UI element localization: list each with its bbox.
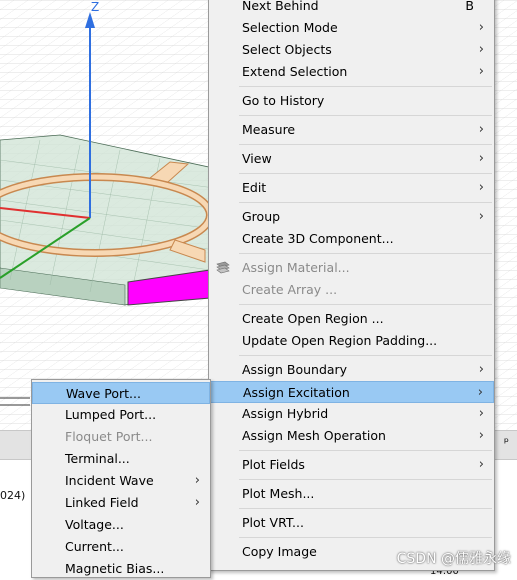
chevron-right-icon: › — [478, 362, 484, 377]
submenu-item-incident-wave[interactable]: Incident Wave › — [32, 470, 210, 492]
shortcut-label: B — [465, 0, 474, 13]
menu-item-assign-mesh-operation[interactable]: Assign Mesh Operation › — [209, 425, 494, 447]
menu-separator — [239, 304, 492, 305]
chevron-right-icon: › — [478, 428, 484, 443]
chevron-right-icon: › — [478, 457, 484, 472]
menu-item-edit[interactable]: Edit › — [209, 177, 494, 199]
chevron-right-icon: › — [477, 385, 483, 400]
menu-separator — [239, 253, 492, 254]
menu-item-create-3d-component[interactable]: Create 3D Component... — [209, 228, 494, 250]
submenu-item-lumped-port[interactable]: Lumped Port... — [32, 404, 210, 426]
menu-item-group[interactable]: Group › — [209, 206, 494, 228]
chevron-right-icon: › — [478, 209, 484, 224]
menu-item-assign-boundary[interactable]: Assign Boundary › — [209, 359, 494, 381]
submenu-item-floquet-port[interactable]: Floquet Port... — [32, 426, 210, 448]
menu-separator — [239, 508, 492, 509]
menu-item-measure[interactable]: Measure › — [209, 119, 494, 141]
submenu-item-terminal[interactable]: Terminal... — [32, 448, 210, 470]
menu-item-plot-mesh[interactable]: Plot Mesh... — [209, 483, 494, 505]
menu-item-create-array[interactable]: Create Array ... — [209, 279, 494, 301]
menu-separator — [239, 450, 492, 451]
menu-item-plot-vrt[interactable]: Plot VRT... — [209, 512, 494, 534]
menu-separator — [239, 173, 492, 174]
submenu-item-voltage[interactable]: Voltage... — [32, 514, 210, 536]
excitation-submenu: Wave Port... Lumped Port... Floquet Port… — [31, 379, 211, 578]
chevron-right-icon: › — [478, 406, 484, 421]
menu-separator — [239, 537, 492, 538]
menu-item-extend-selection[interactable]: Extend Selection › — [209, 61, 494, 83]
chevron-right-icon: › — [478, 122, 484, 137]
chevron-right-icon: › — [194, 473, 200, 488]
menu-item-update-open-region-padding[interactable]: Update Open Region Padding... — [209, 330, 494, 352]
menu-item-plot-fields[interactable]: Plot Fields › — [209, 454, 494, 476]
submenu-item-current[interactable]: Current... — [32, 536, 210, 558]
z-axis-label: Z — [91, 0, 99, 14]
menu-separator — [239, 355, 492, 356]
menu-item-selection-mode[interactable]: Selection Mode › — [209, 17, 494, 39]
menu-item-assign-material[interactable]: Assign Material... — [209, 257, 494, 279]
chevron-right-icon: › — [478, 20, 484, 35]
chevron-right-icon: › — [478, 180, 484, 195]
menu-separator — [239, 144, 492, 145]
menu-separator — [239, 202, 492, 203]
chevron-right-icon: › — [194, 495, 200, 510]
menu-item-assign-excitation[interactable]: Assign Excitation › — [209, 381, 494, 403]
menu-item-view[interactable]: View › — [209, 148, 494, 170]
chevron-right-icon: › — [478, 42, 484, 57]
watermark: CSDN @儒雅永缘 — [396, 551, 511, 567]
submenu-item-wave-port[interactable]: Wave Port... — [32, 382, 210, 404]
partial-background-text: 024) — [0, 489, 26, 502]
submenu-item-magnetic-bias[interactable]: Magnetic Bias... — [32, 558, 210, 580]
menu-item-create-open-region[interactable]: Create Open Region ... — [209, 308, 494, 330]
chevron-right-icon: › — [478, 151, 484, 166]
menu-separator — [239, 479, 492, 480]
submenu-item-linked-field[interactable]: Linked Field › — [32, 492, 210, 514]
menu-item-assign-hybrid[interactable]: Assign Hybrid › — [209, 403, 494, 425]
pin-icon[interactable]: ᵖ — [504, 435, 509, 449]
material-stack-icon — [216, 261, 230, 274]
menu-separator — [239, 86, 492, 87]
menu-item-next-behind[interactable]: Next Behind B — [209, 0, 494, 17]
menu-item-select-objects[interactable]: Select Objects › — [209, 39, 494, 61]
menu-separator — [239, 115, 492, 116]
menu-item-go-to-history[interactable]: Go to History — [209, 90, 494, 112]
chevron-right-icon: › — [478, 64, 484, 79]
context-menu: Next Behind B Selection Mode › Select Obj… — [208, 0, 495, 571]
